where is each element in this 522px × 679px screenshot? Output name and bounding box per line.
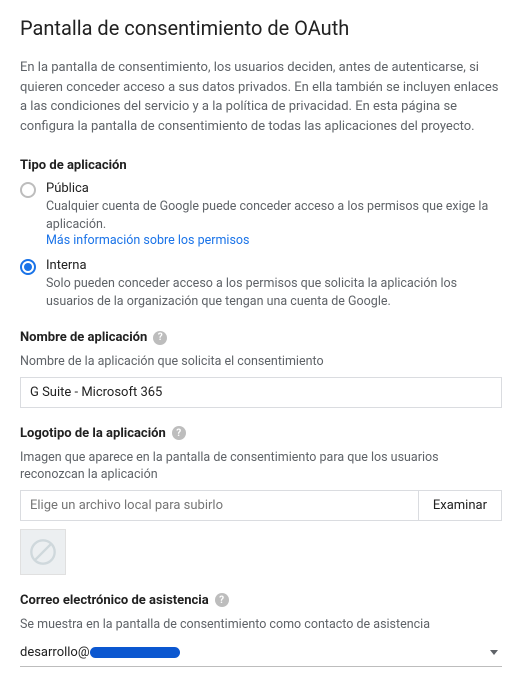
logo-file-input[interactable] <box>21 491 418 520</box>
page-title: Pantalla de consentimiento de OAuth <box>20 16 502 40</box>
support-email-select[interactable]: desarrollo@ <box>20 639 502 667</box>
app-type-radio-group: Pública Cualquier cuenta de Google puede… <box>20 181 502 310</box>
app-name-input[interactable] <box>20 377 502 408</box>
radio-option-public[interactable]: Pública Cualquier cuenta de Google puede… <box>20 181 502 248</box>
browse-button[interactable]: Examinar <box>418 491 501 520</box>
radio-public-label: Pública <box>46 181 502 196</box>
app-type-header: Tipo de aplicación <box>20 158 502 173</box>
help-icon[interactable]: ? <box>153 331 167 345</box>
radio-icon <box>20 182 36 198</box>
logo-header-text: Logotipo de la aplicación <box>20 426 166 441</box>
support-email-value: desarrollo@ <box>20 645 490 660</box>
logo-header: Logotipo de la aplicación ? <box>20 426 502 441</box>
chevron-down-icon <box>490 650 498 655</box>
permissions-info-link[interactable]: Más información sobre los permisos <box>46 233 502 248</box>
logo-preview-placeholder <box>20 529 66 575</box>
radio-internal-desc: Solo pueden conceder acceso a los permis… <box>46 275 502 310</box>
logo-file-row: Examinar <box>20 490 502 521</box>
logo-desc: Imagen que aparece en la pantalla de con… <box>20 449 502 484</box>
radio-public-desc: Cualquier cuenta de Google puede concede… <box>46 198 502 233</box>
support-email-header: Correo electrónico de asistencia ? <box>20 593 502 608</box>
app-type-header-text: Tipo de aplicación <box>20 158 127 173</box>
radio-icon <box>20 259 36 275</box>
help-icon[interactable]: ? <box>215 593 229 607</box>
radio-option-internal[interactable]: Interna Solo pueden conceder acceso a lo… <box>20 258 502 310</box>
no-image-icon <box>29 538 57 566</box>
help-icon[interactable]: ? <box>172 426 186 440</box>
app-name-desc: Nombre de la aplicación que solicita el … <box>20 353 502 371</box>
support-email-prefix: desarrollo@ <box>20 645 90 660</box>
radio-internal-label: Interna <box>46 258 502 273</box>
support-email-header-text: Correo electrónico de asistencia <box>20 593 209 608</box>
app-name-header: Nombre de aplicación ? <box>20 330 502 345</box>
intro-text: En la pantalla de consentimiento, los us… <box>20 58 502 136</box>
redacted-email-domain <box>90 647 180 658</box>
app-name-header-text: Nombre de aplicación <box>20 330 147 345</box>
support-email-desc: Se muestra en la pantalla de consentimie… <box>20 616 502 634</box>
